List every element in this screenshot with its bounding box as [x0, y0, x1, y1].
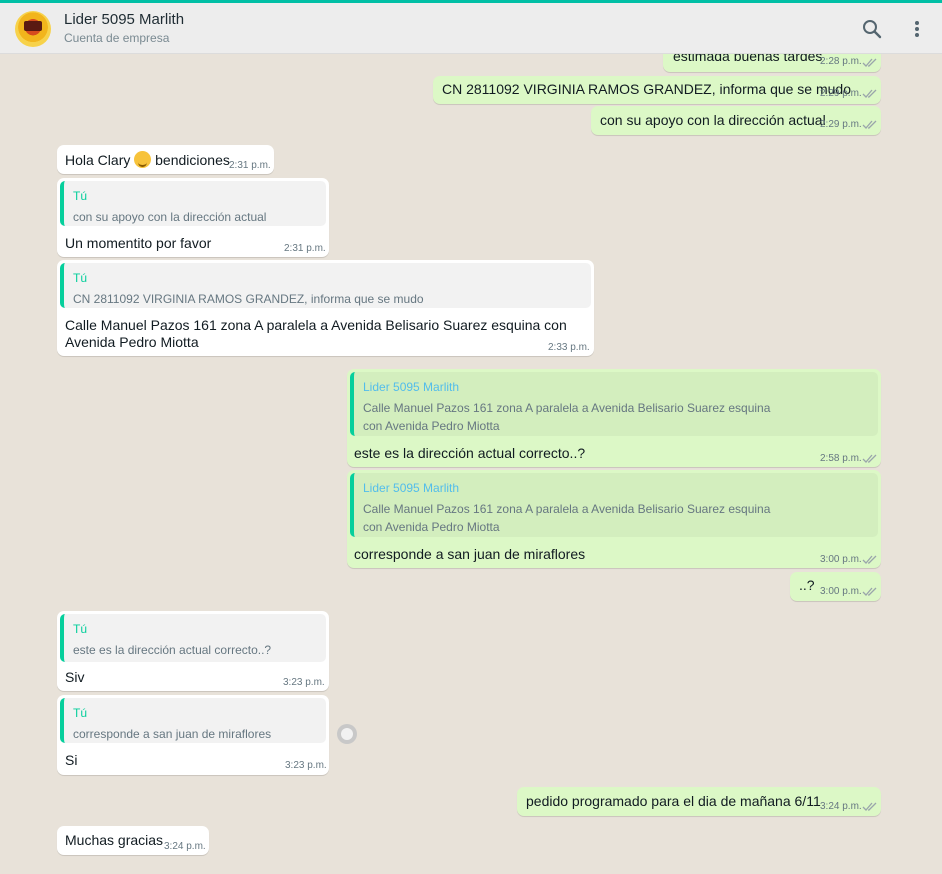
message-time: 3:23 p.m.	[283, 677, 325, 688]
quote-author: Lider 5095 Marlith	[363, 380, 460, 394]
message-time: 3:00 p.m.	[820, 554, 862, 565]
message-text: corresponde a san juan de miraflores	[354, 546, 586, 562]
message-time: 2:28 p.m.	[820, 56, 862, 67]
message-time: 2:31 p.m.	[284, 243, 326, 254]
quote-author: Tú	[73, 189, 88, 203]
message-incoming[interactable]: Tú este es la dirección actual correcto.…	[57, 611, 329, 691]
double-check-icon	[862, 58, 877, 67]
message-text-part: Hola Clary	[65, 152, 131, 168]
quoted-message[interactable]: Tú con su apoyo con la dirección actual	[60, 181, 326, 226]
quoted-message[interactable]: Tú este es la dirección actual correcto.…	[60, 614, 326, 662]
message-text: ..?	[799, 577, 815, 593]
message-text: con su apoyo con la dirección actual	[600, 112, 826, 128]
quote-author: Tú	[73, 622, 88, 636]
message-incoming[interactable]: Tú corresponde a san juan de miraflores …	[57, 695, 329, 775]
message-outgoing[interactable]: ..? 3:00 p.m.	[790, 572, 881, 601]
message-outgoing[interactable]: estimada buenas tardes 2:28 p.m.	[663, 54, 881, 72]
double-check-icon	[862, 587, 877, 596]
contact-subtitle: Cuenta de empresa	[64, 31, 170, 45]
contact-avatar[interactable]	[15, 11, 51, 47]
message-text: Calle Manuel Pazos 161 zona A paralela a…	[65, 317, 567, 350]
chat-area[interactable]: estimada buenas tardes 2:28 p.m. CN 2811…	[0, 54, 942, 874]
message-outgoing[interactable]: con su apoyo con la dirección actual 2:2…	[591, 106, 881, 135]
message-incoming[interactable]: Tú con su apoyo con la dirección actual …	[57, 178, 329, 257]
message-outgoing[interactable]: Lider 5095 Marlith Calle Manuel Pazos 16…	[347, 470, 881, 568]
message-time: 2:31 p.m.	[229, 160, 271, 171]
quote-author: Tú	[73, 271, 88, 285]
message-text-part: bendiciones	[155, 152, 230, 168]
smiling-face-icon	[134, 151, 152, 168]
kebab-menu-icon[interactable]	[905, 17, 929, 41]
message-text: pedido programado para el dia de mañana …	[526, 793, 821, 809]
quote-author: Tú	[73, 706, 88, 720]
message-incoming[interactable]: Tú CN 2811092 VIRGINIA RAMOS GRANDEZ, in…	[57, 260, 594, 356]
message-text: Muchas gracias	[65, 832, 164, 848]
quote-text: con su apoyo con la dirección actual	[73, 210, 267, 224]
quote-text: Calle Manuel Pazos 161 zona A paralela a…	[363, 401, 771, 433]
message-text: Hola Clary bendiciones	[65, 151, 230, 168]
quote-text: corresponde a san juan de miraflores	[73, 727, 272, 741]
message-text: CN 2811092 VIRGINIA RAMOS GRANDEZ, infor…	[442, 81, 852, 97]
quoted-message[interactable]: Lider 5095 Marlith Calle Manuel Pazos 16…	[350, 372, 878, 436]
double-check-icon	[862, 120, 877, 129]
quoted-message[interactable]: Tú CN 2811092 VIRGINIA RAMOS GRANDEZ, in…	[60, 263, 591, 308]
message-time: 3:00 p.m.	[820, 586, 862, 597]
quoted-message[interactable]: Lider 5095 Marlith Calle Manuel Pazos 16…	[350, 473, 878, 537]
message-time: 2:33 p.m.	[548, 342, 590, 353]
double-check-icon	[862, 454, 877, 463]
chat-header: Lider 5095 Marlith Cuenta de empresa	[0, 3, 942, 54]
message-text: Siv	[65, 669, 85, 685]
double-check-icon	[862, 89, 877, 98]
message-text: Si	[65, 752, 78, 768]
message-time: 3:23 p.m.	[285, 760, 327, 771]
quote-author: Lider 5095 Marlith	[363, 481, 460, 495]
message-text: estimada buenas tardes	[673, 54, 823, 64]
quote-text: este es la dirección actual correcto..?	[73, 643, 272, 657]
double-check-icon	[862, 802, 877, 811]
quote-text: Calle Manuel Pazos 161 zona A paralela a…	[363, 502, 771, 534]
message-time: 2:29 p.m.	[820, 88, 862, 99]
search-icon[interactable]	[860, 17, 884, 41]
message-incoming[interactable]: Hola Clary bendiciones 2:31 p.m.	[57, 145, 274, 174]
contact-name[interactable]: Lider 5095 Marlith	[64, 11, 184, 28]
message-time: 3:24 p.m.	[820, 801, 862, 812]
message-time: 2:58 p.m.	[820, 453, 862, 464]
quoted-message[interactable]: Tú corresponde a san juan de miraflores	[60, 698, 326, 743]
message-outgoing[interactable]: Lider 5095 Marlith Calle Manuel Pazos 16…	[347, 369, 881, 467]
double-check-icon	[862, 555, 877, 564]
message-incoming[interactable]: Muchas gracias 3:24 p.m.	[57, 826, 209, 855]
message-text: Un momentito por favor	[65, 235, 212, 251]
message-outgoing[interactable]: CN 2811092 VIRGINIA RAMOS GRANDEZ, infor…	[433, 76, 881, 104]
message-text: este es la dirección actual correcto..?	[354, 445, 586, 461]
emoji-reaction-icon[interactable]	[337, 724, 357, 744]
message-time: 3:24 p.m.	[164, 841, 206, 852]
message-outgoing[interactable]: pedido programado para el dia de mañana …	[517, 787, 881, 816]
message-time: 2:29 p.m.	[820, 119, 862, 130]
quote-text: CN 2811092 VIRGINIA RAMOS GRANDEZ, infor…	[73, 292, 424, 306]
